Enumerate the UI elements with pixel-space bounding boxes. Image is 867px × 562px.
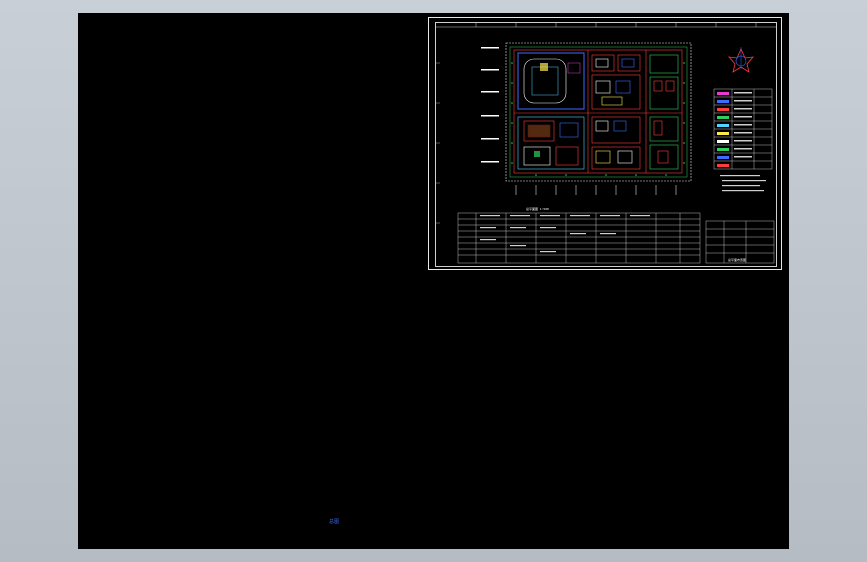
block-buildings-south-west	[517, 116, 585, 170]
block-buildings-south	[591, 116, 641, 170]
site-plan-drawing	[436, 23, 776, 264]
drawing-sheet-frame[interactable]: 总平面图 1:500 总平面布置图	[428, 17, 782, 270]
drawing-border: 总平面图 1:500 总平面布置图	[435, 22, 777, 267]
cad-model-space[interactable]: 总平面图 1:500 总平面布置图 总图	[78, 13, 789, 549]
site-boundary	[505, 42, 692, 182]
legend-swatches	[717, 92, 752, 167]
plan-caption: 总平面图 1:500	[526, 207, 549, 211]
left-border-ticks	[436, 62, 440, 224]
block-buildings-east	[649, 54, 679, 170]
drawing-notes	[720, 175, 766, 192]
title-block-name: 总平面布置图	[727, 258, 746, 262]
left-axis-labels	[481, 47, 499, 163]
bottom-axis-markers	[515, 185, 677, 195]
north-arrow-icon	[728, 47, 754, 73]
indicator-table-text	[480, 215, 650, 253]
block-buildings-north	[591, 54, 641, 110]
top-scale-ticks	[436, 23, 776, 28]
stray-text-label: 总图	[329, 519, 340, 525]
landscape-trees	[511, 62, 685, 176]
indicator-table	[457, 212, 701, 264]
